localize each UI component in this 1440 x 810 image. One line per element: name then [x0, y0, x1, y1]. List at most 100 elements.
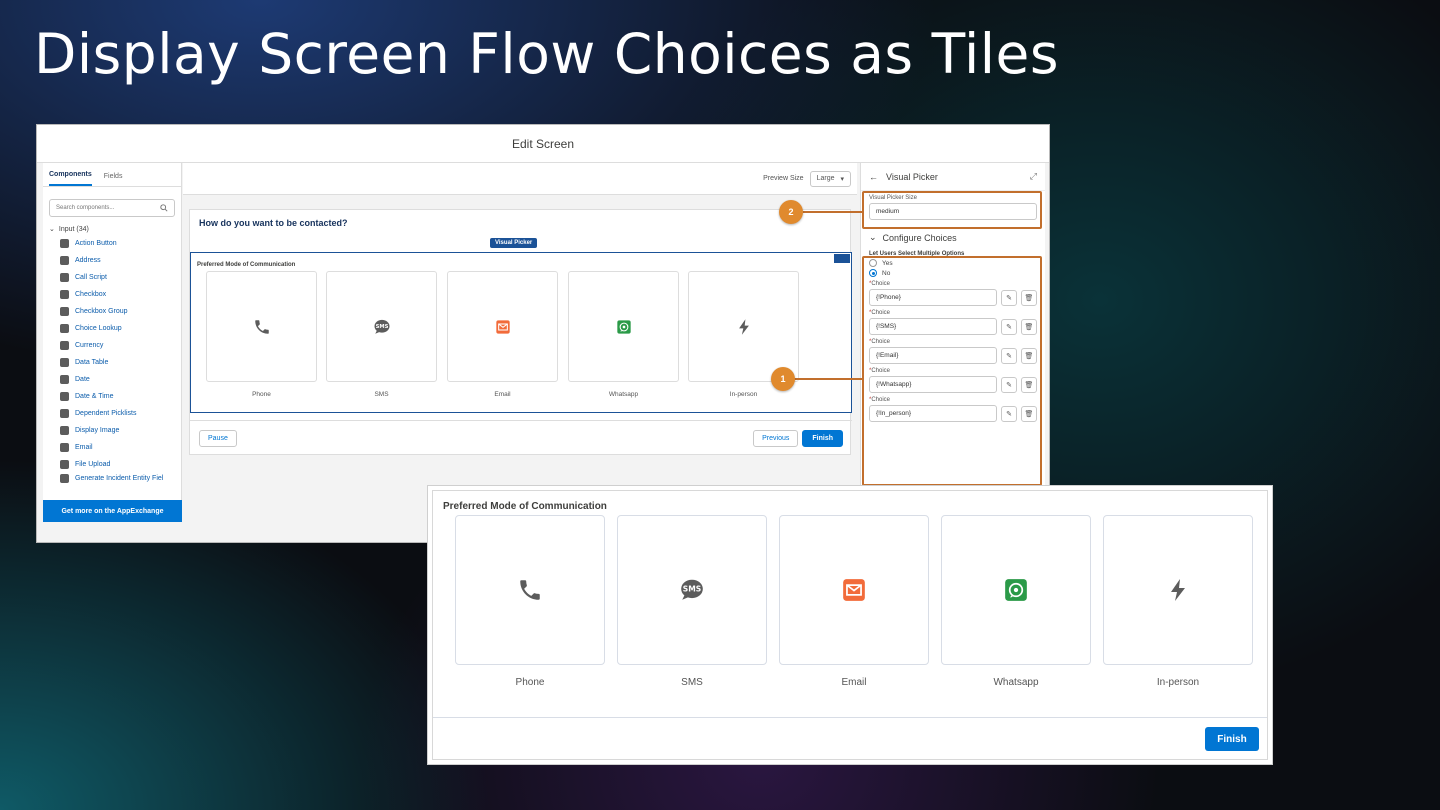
- tab-fields[interactable]: Fields: [104, 173, 123, 186]
- step-marker-1: 1: [771, 367, 795, 391]
- component-icon: [60, 358, 69, 367]
- search-icon: [160, 204, 168, 212]
- component-icon: [60, 426, 69, 435]
- component-label: Display Image: [75, 427, 120, 434]
- component-icon: [60, 443, 69, 452]
- properties-title: Visual Picker: [886, 171, 938, 182]
- component-item[interactable]: Action Button: [43, 235, 181, 252]
- components-tabs: Components Fields: [43, 163, 181, 187]
- component-actions-icon[interactable]: [834, 254, 850, 263]
- component-item[interactable]: Date & Time: [43, 388, 181, 405]
- component-item[interactable]: Dependent Picklists: [43, 405, 181, 422]
- component-label: Data Table: [75, 359, 109, 366]
- preview-size-label: Preview Size: [763, 175, 804, 182]
- component-icon: [60, 392, 69, 401]
- tile-email[interactable]: [779, 515, 929, 665]
- component-icon: [60, 256, 69, 265]
- component-icon: [60, 409, 69, 418]
- tile-email[interactable]: [447, 271, 558, 382]
- caret-down-icon: ▾: [840, 175, 844, 183]
- component-label: Checkbox: [75, 291, 107, 298]
- component-item[interactable]: Data Table: [43, 354, 181, 371]
- screen-canvas: How do you want to be contacted? Visual …: [189, 209, 852, 455]
- component-label: File Upload: [75, 461, 111, 468]
- tile-phone[interactable]: [206, 271, 317, 382]
- preview-size-value: Large: [816, 174, 835, 182]
- whatsapp-icon: [1005, 579, 1027, 601]
- finish-button[interactable]: Finish: [802, 430, 843, 447]
- component-icon: [60, 324, 69, 333]
- pause-button[interactable]: Pause: [199, 430, 237, 447]
- tile-label: Email: [494, 391, 511, 398]
- configure-choices-toggle[interactable]: ⌄ Configure Choices: [869, 228, 1037, 247]
- component-item[interactable]: Date: [43, 371, 181, 388]
- component-item[interactable]: Generate Incident Entity Fiel: [43, 473, 181, 483]
- input-group-label: Input (34): [58, 225, 89, 233]
- component-icon: [60, 375, 69, 384]
- component-item[interactable]: Currency: [43, 337, 181, 354]
- tile-phone[interactable]: [455, 515, 605, 665]
- tile-label: In-person: [729, 391, 758, 398]
- component-label: Checkbox Group: [75, 308, 128, 315]
- component-item[interactable]: Checkbox: [43, 286, 181, 303]
- tile-label: Whatsapp: [993, 677, 1039, 688]
- picker-legend: Preferred Mode of Communication: [197, 262, 296, 268]
- expand-icon[interactable]: ⤢: [1030, 171, 1037, 182]
- component-item[interactable]: Choice Lookup: [43, 320, 181, 337]
- tile-whatsapp[interactable]: [568, 271, 679, 382]
- search-placeholder: Search components...: [56, 205, 115, 211]
- component-label: Dependent Picklists: [75, 410, 137, 417]
- tile-label: In-person: [1156, 677, 1200, 688]
- chevron-down-icon: ⌄: [869, 232, 877, 242]
- component-item[interactable]: Display Image: [43, 422, 181, 439]
- tile-in-person[interactable]: [1103, 515, 1253, 665]
- tile-label: SMS: [681, 677, 703, 688]
- component-item[interactable]: Address: [43, 252, 181, 269]
- phone-icon: [520, 580, 540, 600]
- tile-whatsapp[interactable]: [941, 515, 1091, 665]
- tile-label: SMS: [374, 391, 389, 398]
- step-marker-2: 2: [779, 200, 803, 224]
- visual-picker-component[interactable]: Preferred Mode of Communication SMS Phon…: [190, 252, 852, 413]
- size-callout-box: [862, 191, 1042, 229]
- slide-title: Display Screen Flow Choices as Tiles: [34, 22, 1060, 86]
- canvas-toolbar: Preview Size Large ▾: [183, 163, 857, 195]
- tile-sms[interactable]: SMS: [326, 271, 437, 382]
- properties-header: ← Visual Picker ⤢: [861, 163, 1045, 191]
- component-icon: [60, 290, 69, 299]
- search-components-input[interactable]: Search components...: [49, 199, 175, 217]
- component-list: Action Button Address Call Script Checkb…: [43, 235, 181, 483]
- component-icon: [60, 341, 69, 350]
- tile-label: Email: [841, 677, 867, 688]
- edit-screen-screenshot: Edit Screen Components Fields Search com…: [36, 124, 1050, 543]
- component-icon: [60, 307, 69, 316]
- component-label: Action Button: [75, 240, 117, 247]
- component-label: Choice Lookup: [75, 325, 122, 332]
- phone-icon: [254, 319, 269, 334]
- tab-components[interactable]: Components: [49, 171, 92, 186]
- back-arrow-icon[interactable]: ←: [869, 172, 878, 182]
- tile-label: Whatsapp: [608, 391, 639, 398]
- component-label: Currency: [75, 342, 104, 349]
- finish-button[interactable]: Finish: [1205, 727, 1259, 751]
- connector-line-1: [793, 378, 863, 380]
- previous-button[interactable]: Previous: [753, 430, 799, 447]
- chevron-down-icon: ⌄: [49, 226, 55, 233]
- component-item[interactable]: Call Script: [43, 269, 181, 286]
- component-label: Call Script: [75, 274, 107, 281]
- component-icon: [60, 473, 69, 483]
- appexchange-button[interactable]: Get more on the AppExchange: [43, 500, 182, 522]
- connector-line-2: [803, 211, 863, 213]
- component-icon: [60, 460, 69, 469]
- tile-sms[interactable]: SMS: [617, 515, 767, 665]
- tile-in-person[interactable]: [688, 271, 799, 382]
- preview-size-select[interactable]: Large ▾: [809, 170, 851, 187]
- component-label: Address: [75, 257, 101, 264]
- question-text: How do you want to be contacted?: [199, 218, 348, 228]
- choices-callout-box: [862, 256, 1042, 486]
- component-item[interactable]: File Upload: [43, 456, 181, 473]
- input-group-toggle[interactable]: ⌄ Input (34): [43, 223, 181, 235]
- component-item[interactable]: Email: [43, 439, 181, 456]
- component-label: Generate Incident Entity Fiel: [75, 474, 164, 482]
- component-item[interactable]: Checkbox Group: [43, 303, 181, 320]
